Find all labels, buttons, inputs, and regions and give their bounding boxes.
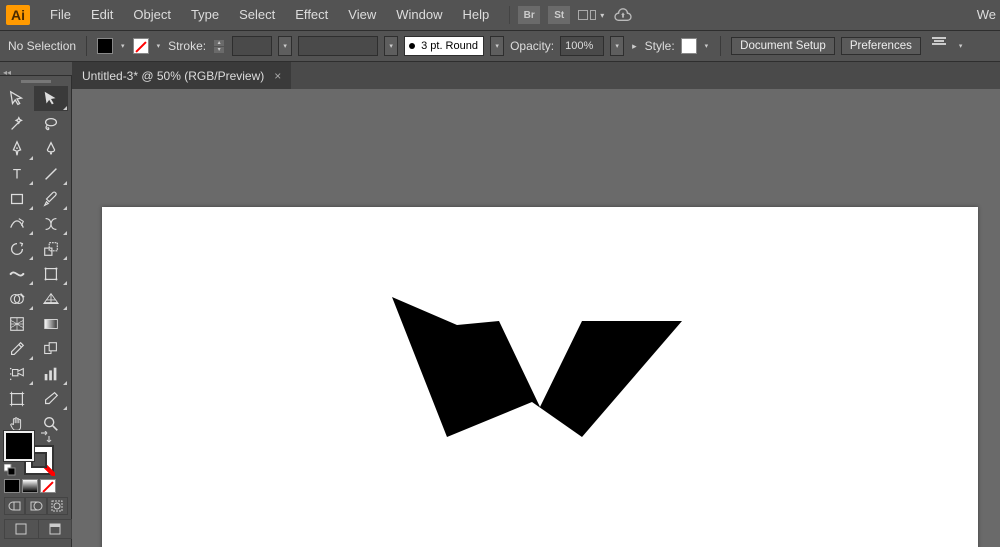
- menu-type[interactable]: Type: [181, 0, 229, 30]
- stroke-weight-field[interactable]: [232, 36, 272, 56]
- control-bar: No Selection ▾ ▾ Stroke: ▴▾ ▾ ▾ 3 pt. Ro…: [0, 30, 1000, 62]
- style-label: Style:: [645, 39, 675, 53]
- chevron-down-icon[interactable]: ▾: [384, 36, 398, 56]
- canvas-area[interactable]: [72, 89, 1000, 547]
- variable-width-profile[interactable]: [298, 36, 378, 56]
- menu-help[interactable]: Help: [452, 0, 499, 30]
- draw-behind-icon[interactable]: [25, 497, 46, 515]
- fill-stroke-swatch[interactable]: [4, 431, 54, 475]
- eraser-tool[interactable]: [34, 211, 68, 236]
- gradient-tool[interactable]: [34, 311, 68, 336]
- selection-tool[interactable]: [0, 86, 34, 111]
- stock-icon[interactable]: St: [548, 6, 570, 24]
- rectangle-tool[interactable]: [0, 186, 34, 211]
- document-tabs: Untitled-3* @ 50% (RGB/Preview) ×: [72, 62, 1000, 89]
- opacity-field[interactable]: 100%: [560, 36, 604, 56]
- draw-inside-icon[interactable]: [47, 497, 68, 515]
- default-fill-stroke-icon[interactable]: [4, 463, 16, 475]
- artboard[interactable]: [102, 207, 978, 547]
- drawing-modes: [4, 497, 68, 515]
- document-setup-button[interactable]: Document Setup: [731, 37, 835, 55]
- vector-shape[interactable]: [392, 297, 682, 447]
- paintbrush-tool[interactable]: [34, 186, 68, 211]
- align-options-icon[interactable]: [927, 37, 951, 55]
- panel-grip-icon[interactable]: [0, 76, 71, 86]
- artboard-tool[interactable]: [0, 386, 34, 411]
- change-screen-mode-icon[interactable]: [39, 520, 72, 538]
- lasso-tool[interactable]: [34, 111, 68, 136]
- menu-bar: Ai File Edit Object Type Select Effect V…: [0, 0, 1000, 30]
- normal-screen-mode-icon[interactable]: [5, 520, 39, 538]
- menu-file[interactable]: File: [40, 0, 81, 30]
- graphic-style-swatch[interactable]: [681, 38, 697, 54]
- brush-definition[interactable]: 3 pt. Round: [404, 36, 484, 56]
- line-segment-tool[interactable]: [34, 161, 68, 186]
- menu-edit[interactable]: Edit: [81, 0, 123, 30]
- chevron-right-icon[interactable]: ▸: [632, 41, 637, 52]
- tools-panel: T: [0, 76, 72, 547]
- fill-swatch[interactable]: [97, 38, 113, 54]
- menu-object[interactable]: Object: [123, 0, 181, 30]
- workspace-switcher[interactable]: We: [977, 7, 996, 22]
- type-tool[interactable]: T: [0, 161, 34, 186]
- svg-text:T: T: [13, 166, 21, 181]
- chevron-down-icon[interactable]: ▾: [278, 36, 292, 56]
- illustrator-logo-icon: Ai: [6, 5, 30, 25]
- chevron-down-icon[interactable]: ▾: [610, 36, 624, 56]
- free-transform-tool[interactable]: [34, 261, 68, 286]
- chevron-down-icon[interactable]: ▾: [157, 42, 161, 50]
- bridge-icon[interactable]: Br: [518, 6, 540, 24]
- stroke-swatch[interactable]: [133, 38, 149, 54]
- close-icon[interactable]: ×: [274, 69, 281, 83]
- gradient-mode-button[interactable]: [22, 479, 38, 493]
- none-mode-button[interactable]: [40, 479, 56, 493]
- curvature-tool[interactable]: [34, 136, 68, 161]
- chevron-down-icon[interactable]: ▾: [705, 42, 709, 50]
- stroke-weight-stepper[interactable]: ▴▾: [214, 40, 224, 53]
- scale-tool[interactable]: [34, 236, 68, 261]
- blend-tool[interactable]: [34, 336, 68, 361]
- pen-tool[interactable]: [0, 136, 34, 161]
- column-graph-tool[interactable]: [34, 361, 68, 386]
- document-tab[interactable]: Untitled-3* @ 50% (RGB/Preview) ×: [72, 62, 291, 89]
- stroke-label: Stroke:: [168, 39, 206, 53]
- menu-view[interactable]: View: [338, 0, 386, 30]
- menu-select[interactable]: Select: [229, 0, 285, 30]
- mesh-tool[interactable]: [0, 311, 34, 336]
- eyedropper-tool[interactable]: [0, 336, 34, 361]
- opacity-label: Opacity:: [510, 39, 554, 53]
- menu-window[interactable]: Window: [386, 0, 452, 30]
- chevron-down-icon[interactable]: ▾: [959, 42, 963, 50]
- swap-fill-stroke-icon[interactable]: [38, 431, 52, 445]
- selection-status: No Selection: [8, 39, 76, 53]
- arrange-documents-icon[interactable]: ▾: [578, 10, 604, 20]
- draw-normal-icon[interactable]: [4, 497, 25, 515]
- magic-wand-tool[interactable]: [0, 111, 34, 136]
- shape-builder-tool[interactable]: [0, 286, 34, 311]
- sync-settings-icon[interactable]: [612, 7, 634, 23]
- color-mode-button[interactable]: [4, 479, 20, 493]
- rotate-tool[interactable]: [0, 236, 34, 261]
- direct-selection-tool[interactable]: [34, 86, 68, 111]
- opacity-value: 100%: [565, 40, 593, 52]
- document-tab-title: Untitled-3* @ 50% (RGB/Preview): [82, 69, 264, 83]
- slice-tool[interactable]: [34, 386, 68, 411]
- chevron-down-icon[interactable]: ▾: [490, 36, 504, 56]
- screen-modes: [4, 519, 72, 539]
- width-tool[interactable]: [0, 261, 34, 286]
- chevron-down-icon[interactable]: ▾: [121, 42, 125, 50]
- symbol-sprayer-tool[interactable]: [0, 361, 34, 386]
- brush-definition-label: 3 pt. Round: [421, 40, 478, 52]
- perspective-grid-tool[interactable]: [34, 286, 68, 311]
- fill-color-box[interactable]: [4, 431, 34, 461]
- shaper-tool[interactable]: [0, 211, 34, 236]
- menu-effect[interactable]: Effect: [285, 0, 338, 30]
- preferences-button[interactable]: Preferences: [841, 37, 921, 55]
